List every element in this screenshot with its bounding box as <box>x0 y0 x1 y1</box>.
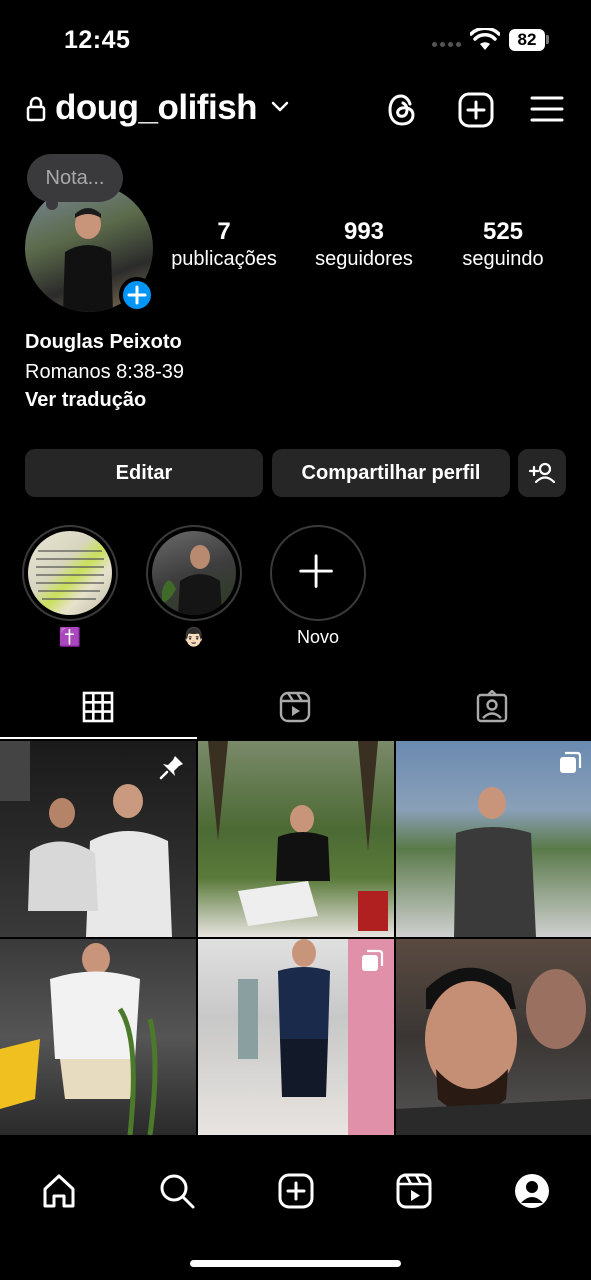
profile-name: Douglas Peixoto <box>25 331 182 353</box>
stat-posts-label: publicações <box>171 248 277 270</box>
post-thumbnail[interactable] <box>396 741 591 937</box>
highlight-new-label: Novo <box>296 627 340 647</box>
share-profile-button[interactable]: Compartilhar perfil <box>272 449 510 497</box>
edit-profile-button[interactable]: Editar <box>25 449 263 497</box>
menu-icon[interactable] <box>530 95 564 123</box>
wifi-icon <box>470 28 500 50</box>
post-image <box>396 967 591 1135</box>
stat-followers-value: 993 <box>343 218 385 245</box>
status-bar: 12:45 82 <box>0 0 591 80</box>
active-tab-indicator <box>0 737 197 739</box>
tagged-icon[interactable] <box>475 690 509 724</box>
stat-posts-value: 7 <box>217 218 231 245</box>
search-icon[interactable] <box>158 1172 196 1210</box>
highlight-new[interactable] <box>270 525 366 621</box>
highlight-bible[interactable] <box>22 525 118 621</box>
post-thumbnail[interactable] <box>198 741 394 937</box>
carousel-icon <box>560 751 582 773</box>
add-person-icon <box>528 462 556 484</box>
stat-following-label: seguindo <box>462 248 544 270</box>
bible-page-lines <box>36 550 104 600</box>
lock-icon <box>26 96 46 122</box>
stat-following[interactable]: 525 seguindo <box>448 218 558 271</box>
profile-icon[interactable] <box>513 1172 551 1210</box>
profile-bio: Romanos 8:38-39 <box>25 361 184 383</box>
discover-people-button[interactable] <box>518 449 566 497</box>
post-image <box>208 741 388 931</box>
avatar-person <box>63 208 113 312</box>
highlight-bible-thumb <box>28 531 112 615</box>
stat-followers-label: seguidores <box>315 248 413 270</box>
grid-icon[interactable] <box>81 690 115 724</box>
stat-following-value: 525 <box>482 218 524 245</box>
stat-followers[interactable]: 993 seguidores <box>304 218 424 271</box>
note-bubble[interactable]: Nota... <box>27 154 123 202</box>
signal-icon <box>432 42 461 47</box>
post-thumbnail[interactable] <box>396 939 591 1135</box>
bottom-navigation <box>0 1152 591 1280</box>
highlight-selfie-thumb <box>152 531 236 615</box>
threads-icon[interactable] <box>385 91 419 129</box>
create-icon[interactable] <box>277 1172 315 1210</box>
post-thumbnail[interactable] <box>0 741 196 937</box>
battery-icon: 82 <box>509 29 545 51</box>
profile-header: doug_olifish <box>0 84 591 136</box>
create-post-icon[interactable] <box>458 92 494 128</box>
pin-icon <box>159 756 183 780</box>
post-thumbnail[interactable] <box>198 939 394 1135</box>
home-icon[interactable] <box>40 1172 78 1210</box>
translate-link[interactable]: Ver tradução <box>25 389 146 412</box>
highlight-selfie-label: 👨🏻 <box>182 627 206 647</box>
post-thumbnail[interactable] <box>0 939 196 1135</box>
battery-tip <box>546 35 549 44</box>
plus-icon <box>127 285 147 305</box>
selfie-figure <box>162 545 222 615</box>
reels-icon[interactable] <box>395 1172 433 1210</box>
status-time: 12:45 <box>64 26 131 54</box>
reels-icon[interactable] <box>278 690 312 724</box>
carousel-icon <box>362 949 384 971</box>
highlight-bible-label: ✝️ <box>58 627 82 647</box>
add-story-button[interactable] <box>119 277 155 313</box>
post-image <box>0 943 158 1135</box>
username-switcher[interactable]: doug_olifish <box>55 88 258 128</box>
home-indicator <box>190 1260 401 1267</box>
plus-icon <box>299 554 333 588</box>
highlight-selfie[interactable] <box>146 525 242 621</box>
note-bubble-tail <box>46 198 58 210</box>
chevron-down-icon[interactable] <box>271 100 289 114</box>
stat-posts[interactable]: 7 publicações <box>162 218 286 271</box>
